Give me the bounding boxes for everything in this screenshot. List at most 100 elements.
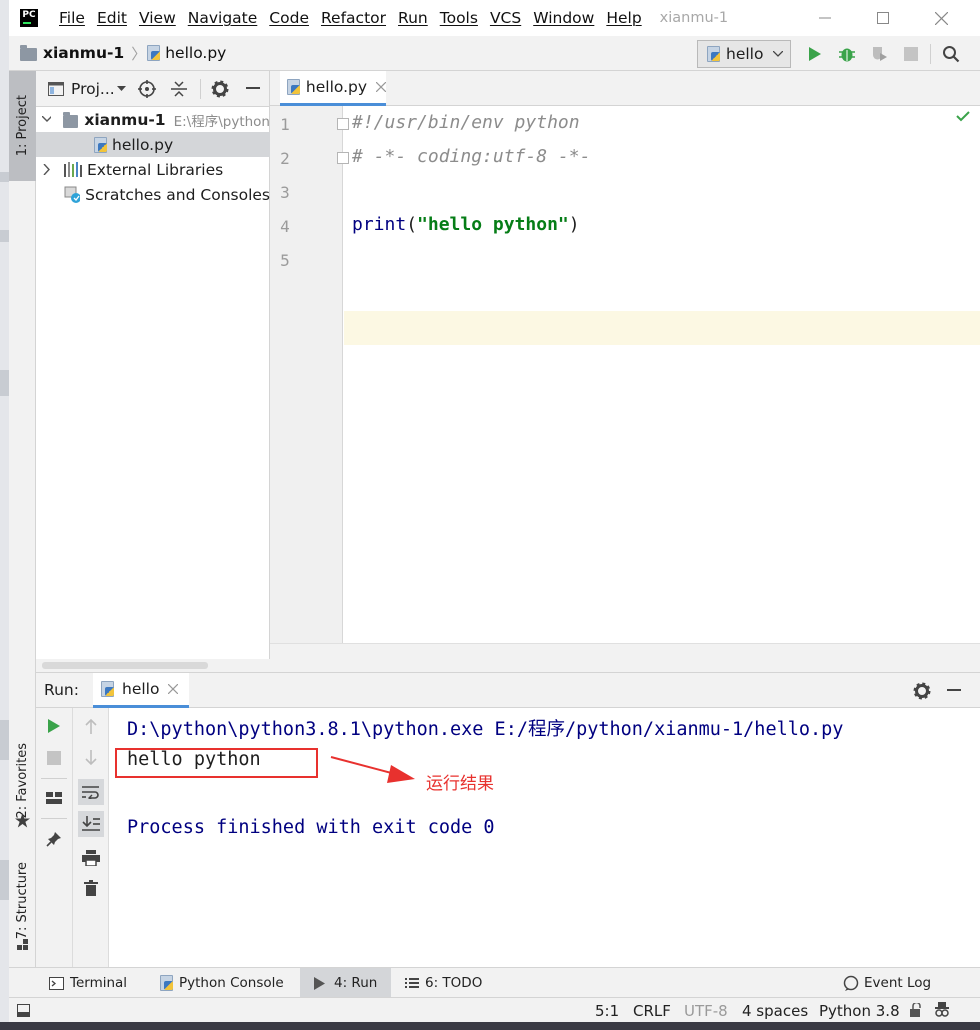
editor-tab-hello-py[interactable]: hello.py (280, 71, 386, 106)
minimize-button[interactable] (802, 6, 848, 30)
tree-item-external-libraries[interactable]: External Libraries (36, 157, 270, 182)
status-encoding[interactable]: UTF-8 (684, 998, 728, 1023)
inspector-icon[interactable] (935, 1002, 949, 1018)
project-view-title[interactable]: Proj... (71, 80, 115, 98)
code-line-1[interactable]: #!/usr/bin/env python (352, 112, 580, 133)
pycharm-logo-icon: PC (20, 9, 38, 27)
console-exit-line[interactable]: Process finished with exit code 0 (127, 817, 495, 838)
tree-item-hello-py[interactable]: hello.py (36, 132, 270, 157)
collapse-all-icon[interactable] (171, 81, 187, 97)
fold-start-icon[interactable] (337, 118, 349, 130)
menu-vcs[interactable]: VCS (484, 9, 527, 27)
run-toolbar-secondary (73, 708, 109, 968)
menu-bar: File Edit View Navigate Code Refactor Ru… (53, 9, 648, 27)
pin-button[interactable] (41, 826, 67, 852)
breadcrumb-project[interactable]: xianmu-1 (43, 44, 124, 62)
current-line-highlight (344, 311, 980, 345)
pin-icon (46, 832, 61, 847)
inspection-ok-icon[interactable] (956, 111, 970, 122)
toggle-tool-windows-icon[interactable] (17, 1004, 30, 1017)
up-arrow-button[interactable] (78, 713, 104, 739)
left-tool-strip: 1: Project 2: Favorites 7: Structure (9, 71, 36, 967)
navigation-bar: xianmu-1 〉 hello.py hello (9, 36, 980, 71)
tab-terminal[interactable]: Terminal (49, 968, 127, 998)
breadcrumb-file[interactable]: hello.py (165, 44, 226, 62)
gear-icon[interactable] (913, 682, 931, 700)
gear-icon[interactable] (211, 80, 229, 98)
menu-tools[interactable]: Tools (434, 9, 484, 27)
clear-all-button[interactable] (78, 875, 104, 901)
tab-run[interactable]: 4: Run (300, 968, 391, 998)
fold-end-icon[interactable] (337, 152, 349, 164)
menu-refactor[interactable]: Refactor (315, 9, 392, 27)
ide-window: PC File Edit View Navigate Code Refactor… (9, 0, 980, 1030)
status-line-separator[interactable]: CRLF (633, 998, 671, 1023)
minimize-panel-icon[interactable] (246, 87, 260, 91)
rerun-button[interactable] (41, 713, 67, 739)
minimize-panel-icon[interactable] (947, 689, 961, 693)
print-button[interactable] (78, 845, 104, 871)
line-number: 5 (280, 251, 290, 270)
close-button[interactable] (918, 6, 964, 30)
breadcrumb-separator-icon: 〉 (131, 44, 147, 63)
stop-button[interactable] (901, 44, 921, 64)
structure-icon (17, 937, 29, 955)
down-arrow-button[interactable] (78, 745, 104, 771)
layout-button[interactable] (41, 785, 67, 811)
event-log-icon (843, 975, 859, 991)
menu-code[interactable]: Code (263, 9, 315, 27)
menu-window[interactable]: Window (527, 9, 600, 27)
code-line-2[interactable]: # -*- coding:utf-8 -*- (352, 146, 590, 167)
menu-run[interactable]: Run (392, 9, 434, 27)
window-title: xianmu-1 (659, 10, 729, 26)
tree-label-file: hello.py (112, 135, 174, 154)
status-caret-position[interactable]: 5:1 (595, 998, 619, 1023)
folder-icon (20, 45, 37, 61)
run-tab-label: hello (122, 680, 160, 698)
menu-view[interactable]: View (133, 9, 182, 27)
menu-navigate[interactable]: Navigate (182, 9, 264, 27)
editor-tab-bar: hello.py (270, 71, 980, 106)
arrow-down-icon (85, 750, 97, 766)
menu-help[interactable]: Help (600, 9, 647, 27)
editor-hscroll[interactable] (270, 643, 980, 672)
scroll-to-end-button[interactable] (78, 811, 104, 837)
lock-icon[interactable] (910, 1003, 924, 1017)
tab-todo[interactable]: 6: TODO (405, 968, 482, 998)
chevron-down-icon (773, 51, 784, 57)
soft-wrap-button[interactable] (78, 779, 104, 805)
stop-icon (904, 47, 918, 61)
console-command-line[interactable]: D:\python\python3.8.1\python.exe E:/程序/p… (127, 715, 843, 741)
chevron-right-icon[interactable] (43, 164, 50, 175)
todo-icon (405, 978, 419, 988)
scroll-to-end-icon (82, 816, 100, 831)
tab-python-console[interactable]: Python Console (159, 968, 284, 998)
debug-button[interactable] (837, 44, 857, 64)
tab-structure[interactable]: 7: Structure (9, 851, 36, 951)
locate-icon[interactable] (138, 80, 156, 98)
tab-todo-label: 6: TODO (425, 975, 483, 991)
close-tab-icon[interactable] (376, 82, 386, 92)
project-hscroll-track[interactable] (36, 659, 270, 672)
tab-event-log[interactable]: Event Log (843, 968, 931, 998)
code-line-4[interactable]: print("hello python") (352, 214, 580, 235)
chevron-down-icon[interactable] (42, 116, 52, 123)
coverage-button[interactable] (869, 44, 889, 64)
tree-item-scratches[interactable]: Scratches and Consoles (36, 182, 270, 207)
python-console-icon (159, 975, 173, 991)
code-paren-close: ) (568, 214, 580, 235)
project-hscroll-thumb[interactable] (42, 662, 208, 669)
stop-run-button[interactable] (41, 745, 67, 771)
search-everywhere-button[interactable] (941, 44, 961, 64)
maximize-button[interactable] (860, 6, 906, 30)
tree-item-project-root[interactable]: xianmu-1 E:\程序\python (36, 107, 270, 132)
run-tab-hello[interactable]: hello (93, 673, 189, 708)
status-interpreter[interactable]: Python 3.8 (819, 998, 900, 1023)
close-tab-icon[interactable] (168, 684, 179, 694)
menu-file[interactable]: File (53, 9, 91, 27)
status-indent[interactable]: 4 spaces (742, 998, 808, 1023)
run-button[interactable] (805, 44, 825, 64)
tab-project[interactable]: 1: Project (9, 71, 36, 181)
run-config-selector[interactable]: hello (697, 40, 791, 68)
menu-edit[interactable]: Edit (91, 9, 133, 27)
